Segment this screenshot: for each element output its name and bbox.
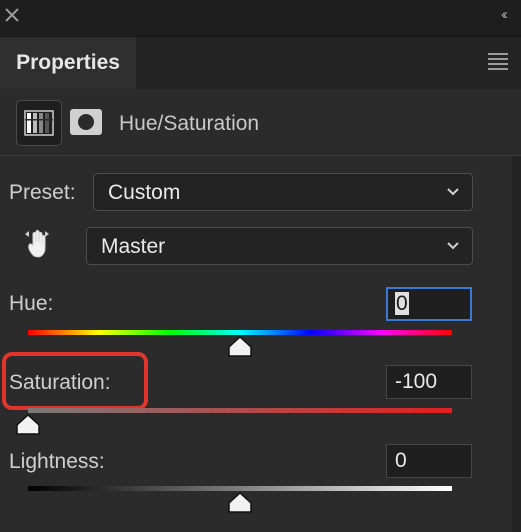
hue-slider-track[interactable] — [28, 330, 452, 335]
hue-saturation-adjustment-icon[interactable] — [16, 100, 62, 146]
preset-value: Custom — [108, 181, 181, 204]
collapse-panel-icon[interactable]: ‹‹ — [501, 6, 508, 23]
channel-dropdown[interactable]: Master — [86, 227, 473, 265]
hue-slider-thumb[interactable] — [227, 336, 253, 358]
saturation-slider-track[interactable] — [28, 408, 452, 413]
saturation-field[interactable]: -100 — [386, 365, 472, 399]
layer-mask-icon[interactable] — [70, 109, 102, 135]
panel-menu-icon[interactable] — [488, 53, 508, 70]
saturation-value: -100 — [395, 370, 438, 393]
hue-field[interactable]: 0 — [386, 287, 472, 321]
close-icon[interactable] — [4, 7, 20, 23]
saturation-label: Saturation: — [9, 371, 111, 394]
panel-header: Properties — [0, 37, 521, 89]
panel-topbar: ‹‹ — [0, 0, 521, 37]
saturation-slider-thumb[interactable] — [15, 414, 41, 436]
scrollbar[interactable] — [512, 156, 521, 532]
lightness-slider-track[interactable] — [28, 486, 452, 491]
adjustment-title: Hue/Saturation — [119, 112, 260, 135]
channel-value: Master — [101, 235, 166, 258]
panel-title: Properties — [16, 51, 120, 74]
lightness-value: 0 — [395, 449, 407, 472]
lightness-field[interactable]: 0 — [386, 444, 472, 478]
hue-value: 0 — [395, 292, 409, 315]
targeted-adjustment-hand-icon[interactable] — [22, 226, 56, 262]
preset-dropdown[interactable]: Custom — [93, 173, 473, 211]
adjustment-row: Hue/Saturation — [0, 90, 521, 156]
chevron-down-icon — [447, 188, 459, 196]
tab-properties[interactable]: Properties — [0, 37, 136, 89]
hue-label: Hue: — [9, 292, 54, 315]
lightness-slider-thumb[interactable] — [227, 492, 253, 514]
lightness-label: Lightness: — [9, 450, 105, 473]
preset-label: Preset: — [9, 181, 76, 204]
chevron-down-icon — [447, 242, 459, 250]
